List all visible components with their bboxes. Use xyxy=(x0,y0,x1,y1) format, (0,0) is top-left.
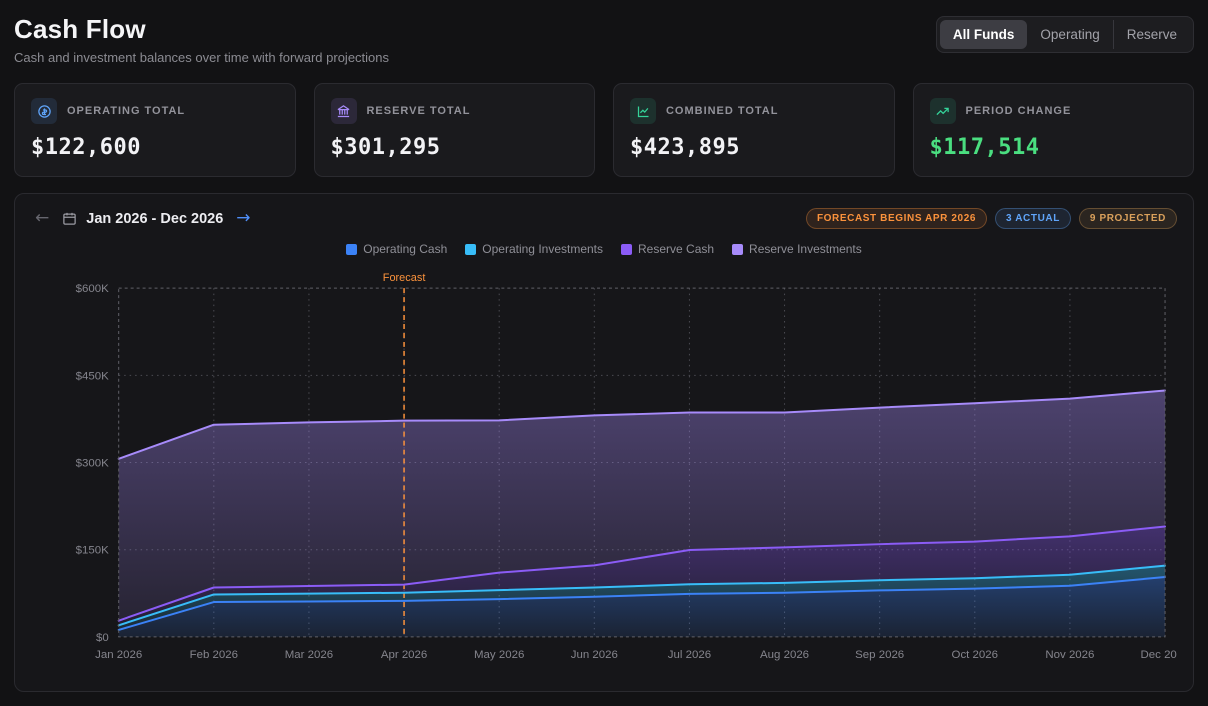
forecast-divider-label: Forecast xyxy=(383,272,426,284)
chart-panel-header: ← Jan 2026 - Dec 2026 → FORECAST BEGINS … xyxy=(31,208,1177,229)
stat-card-header: RESERVE TOTAL xyxy=(331,98,579,124)
y-tick-label: $450K xyxy=(76,370,109,382)
tab-operating[interactable]: Operating xyxy=(1027,20,1112,49)
x-tick-label: Jun 2026 xyxy=(571,649,618,661)
y-tick-label: $300K xyxy=(76,458,109,470)
tab-all-funds[interactable]: All Funds xyxy=(940,20,1028,49)
legend-label: Operating Cash xyxy=(363,242,447,256)
stat-card-header: PERIOD CHANGE xyxy=(930,98,1178,124)
legend-swatch xyxy=(465,244,476,255)
forecast-begins-badge: FORECAST BEGINS APR 2026 xyxy=(806,208,987,229)
cashflow-stacked-area-chart: Forecast $0 $150K $300K $450K $600K Jan 2026 Fe… xyxy=(31,258,1177,677)
stat-card-header: OPERATING TOTAL xyxy=(31,98,279,124)
y-tick-label: $600K xyxy=(76,283,109,295)
x-tick-label: Apr 2026 xyxy=(381,649,427,661)
stat-card-label: RESERVE TOTAL xyxy=(367,105,471,117)
x-tick-label: Jan 2026 xyxy=(95,649,142,661)
x-tick-label: Aug 2026 xyxy=(760,649,809,661)
x-tick-label: Dec 2026 xyxy=(1141,649,1177,661)
stat-card-label: OPERATING TOTAL xyxy=(67,105,185,117)
cash-flow-page: Cash Flow Cash and investment balances o… xyxy=(0,0,1208,706)
stat-card-header: COMBINED TOTAL xyxy=(630,98,878,124)
x-tick-label: Feb 2026 xyxy=(190,649,238,661)
legend-swatch xyxy=(732,244,743,255)
trend-icon xyxy=(930,98,956,124)
y-tick-label: $150K xyxy=(76,545,109,557)
chart-icon xyxy=(630,98,656,124)
stat-card-label: COMBINED TOTAL xyxy=(666,105,778,117)
legend-item-operating-investments: Operating Investments xyxy=(465,242,603,256)
x-tick-label: Sep 2026 xyxy=(855,649,904,661)
x-tick-label: Jul 2026 xyxy=(668,649,711,661)
stat-card-period-change: PERIOD CHANGE $117,514 xyxy=(913,83,1195,177)
chart-status-badges: FORECAST BEGINS APR 2026 3 ACTUAL 9 PROJ… xyxy=(806,208,1177,229)
stat-card-value: $122,600 xyxy=(31,135,279,160)
x-tick-label: Mar 2026 xyxy=(285,649,333,661)
next-period-button[interactable]: → xyxy=(232,208,254,229)
page-subtitle: Cash and investment balances over time w… xyxy=(14,50,389,65)
page-header: Cash Flow Cash and investment balances o… xyxy=(14,14,1194,65)
coin-icon xyxy=(31,98,57,124)
legend-item-operating-cash: Operating Cash xyxy=(346,242,447,256)
chart-areas xyxy=(119,390,1165,636)
period-navigation: ← Jan 2026 - Dec 2026 → xyxy=(31,208,255,229)
x-tick-label: Oct 2026 xyxy=(952,649,998,661)
legend-item-reserve-cash: Reserve Cash xyxy=(621,242,714,256)
tab-reserve[interactable]: Reserve xyxy=(1113,20,1190,49)
legend-item-reserve-investments: Reserve Investments xyxy=(732,242,862,256)
prev-period-button[interactable]: ← xyxy=(31,208,53,229)
funds-segmented-control: All Funds Operating Reserve xyxy=(936,16,1194,53)
stat-card-combined-total: COMBINED TOTAL $423,895 xyxy=(613,83,895,177)
stat-card-value: $117,514 xyxy=(930,135,1178,160)
page-title: Cash Flow xyxy=(14,14,389,45)
stat-card-reserve-total: RESERVE TOTAL $301,295 xyxy=(314,83,596,177)
legend-label: Reserve Investments xyxy=(749,242,862,256)
y-axis-labels: $0 $150K $300K $450K $600K xyxy=(76,283,109,644)
chart-legend: Operating Cash Operating Investments Res… xyxy=(31,242,1177,256)
legend-swatch xyxy=(621,244,632,255)
legend-label: Reserve Cash xyxy=(638,242,714,256)
legend-swatch xyxy=(346,244,357,255)
stat-card-value: $301,295 xyxy=(331,135,579,160)
date-range-label: Jan 2026 - Dec 2026 xyxy=(86,211,223,227)
projected-count-badge: 9 PROJECTED xyxy=(1079,208,1177,229)
stat-card-label: PERIOD CHANGE xyxy=(966,105,1072,117)
legend-label: Operating Investments xyxy=(482,242,603,256)
chart-svg: Forecast $0 $150K $300K $450K $600K Jan 2026 Fe… xyxy=(31,258,1177,677)
x-tick-label: May 2026 xyxy=(474,649,524,661)
x-tick-label: Nov 2026 xyxy=(1045,649,1094,661)
stat-card-operating-total: OPERATING TOTAL $122,600 xyxy=(14,83,296,177)
bank-icon xyxy=(331,98,357,124)
chart-panel: ← Jan 2026 - Dec 2026 → FORECAST BEGINS … xyxy=(14,193,1194,692)
actual-count-badge: 3 ACTUAL xyxy=(995,208,1071,229)
y-tick-label: $0 xyxy=(96,632,109,644)
stat-cards-row: OPERATING TOTAL $122,600 RESERVE TOTAL $… xyxy=(14,83,1194,177)
calendar-icon xyxy=(62,211,77,226)
stat-card-value: $423,895 xyxy=(630,135,878,160)
page-title-block: Cash Flow Cash and investment balances o… xyxy=(14,14,389,65)
x-axis-labels: Jan 2026 Feb 2026 Mar 2026 Apr 2026 May 2026… xyxy=(95,649,1177,661)
